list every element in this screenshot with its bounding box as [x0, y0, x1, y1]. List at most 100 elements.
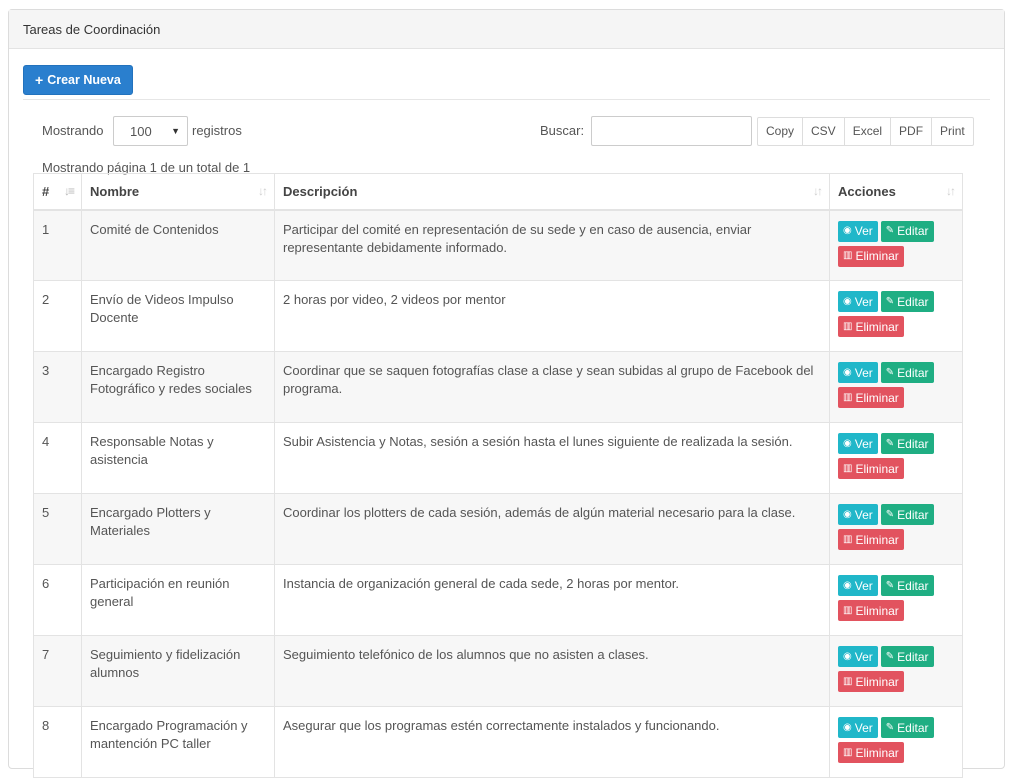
cell-id: 8: [33, 706, 82, 778]
cell-description: Subir Asistencia y Notas, sesión a sesió…: [274, 422, 830, 494]
plus-icon: +: [35, 72, 44, 88]
trash-icon: ▥: [843, 746, 853, 758]
view-label: Ver: [854, 507, 873, 522]
cell-id: 5: [33, 493, 82, 565]
column-header-actions[interactable]: Acciones ↓↑: [829, 173, 963, 211]
search-input[interactable]: [591, 116, 752, 146]
edit-icon: ✎: [885, 508, 895, 520]
cell-name: Encargado Programación y mantención PC t…: [81, 706, 275, 778]
cell-id: 7: [33, 635, 82, 707]
delete-label: Eliminar: [855, 319, 899, 334]
table-body: 1 Comité de Contenidos Participar del co…: [33, 209, 963, 778]
edit-label: Editar: [897, 507, 929, 522]
delete-label: Eliminar: [855, 532, 899, 547]
export-buttons: Copy CSV Excel PDF Print: [757, 117, 974, 146]
copy-button[interactable]: Copy: [757, 117, 804, 146]
cell-name: Encargado Registro Fotográfico y redes s…: [81, 351, 275, 423]
edit-button[interactable]: ✎ Editar: [880, 291, 934, 312]
edit-button[interactable]: ✎ Editar: [880, 646, 934, 667]
edit-button[interactable]: ✎ Editar: [880, 433, 934, 454]
cell-name: Envío de Videos Impulso Docente: [81, 280, 275, 352]
view-button[interactable]: ◉ Ver: [838, 291, 878, 312]
view-button[interactable]: ◉ Ver: [838, 717, 878, 738]
view-label: Ver: [854, 365, 873, 380]
table-row: 8 Encargado Programación y mantención PC…: [33, 706, 963, 778]
delete-button[interactable]: ▥ Eliminar: [838, 458, 904, 479]
print-button[interactable]: Print: [931, 117, 974, 146]
edit-label: Editar: [897, 365, 929, 380]
eye-icon: ◉: [843, 225, 852, 236]
edit-button[interactable]: ✎ Editar: [880, 362, 934, 383]
csv-button[interactable]: CSV: [802, 117, 845, 146]
view-button[interactable]: ◉ Ver: [838, 362, 878, 383]
view-label: Ver: [854, 649, 873, 664]
cell-id: 6: [33, 564, 82, 636]
create-new-label: Crear Nueva: [47, 73, 121, 87]
cell-id: 3: [33, 351, 82, 423]
create-new-button[interactable]: + Crear Nueva: [23, 65, 133, 95]
delete-button[interactable]: ▥ Eliminar: [838, 529, 904, 550]
column-header-label: #: [42, 184, 50, 199]
sort-icon: ↓↑: [813, 184, 823, 198]
eye-icon: ◉: [843, 579, 852, 591]
view-button[interactable]: ◉ Ver: [838, 220, 878, 242]
edit-label: Editar: [897, 224, 929, 238]
cell-description: Seguimiento telefónico de los alumnos qu…: [274, 635, 830, 707]
row-actions: ◉ Ver ✎ Editar ▥ Eliminar: [838, 504, 954, 550]
column-header-id[interactable]: # ↓≡: [33, 173, 82, 211]
delete-button[interactable]: ▥ Eliminar: [838, 316, 904, 337]
delete-label: Eliminar: [855, 390, 899, 405]
row-actions: ◉ Ver ✎ Editar ▥ Eliminar: [838, 646, 954, 692]
pdf-button[interactable]: PDF: [890, 117, 933, 146]
column-header-description[interactable]: Descripción ↓↑: [274, 173, 830, 211]
table-row: 3 Encargado Registro Fotográfico y redes…: [33, 351, 963, 423]
table-row: 2 Envío de Videos Impulso Docente 2 hora…: [33, 280, 963, 352]
delete-button[interactable]: ▥ Eliminar: [838, 600, 904, 621]
length-select[interactable]: 100 ▼: [113, 116, 188, 146]
panel-title: Tareas de Coordinación: [9, 10, 1004, 49]
edit-button[interactable]: ✎ Editar: [880, 220, 934, 242]
excel-button[interactable]: Excel: [843, 117, 892, 146]
cell-name: Seguimiento y fidelización alumnos: [81, 635, 275, 707]
trash-icon: ▥: [843, 391, 853, 403]
delete-label: Eliminar: [855, 461, 899, 476]
view-label: Ver: [854, 294, 873, 309]
cell-description: Asegurar que los programas estén correct…: [274, 706, 830, 778]
column-header-label: Nombre: [90, 184, 140, 199]
length-suffix: registros: [192, 123, 242, 138]
row-actions: ◉ Ver ✎ Editar ▥ Eliminar: [838, 717, 954, 763]
cell-id: 2: [33, 280, 82, 352]
row-actions: ◉ Ver ✎ Editar ▥ Eliminar: [838, 433, 954, 479]
view-label: Ver: [854, 436, 873, 451]
chevron-down-icon: ▼: [171, 126, 180, 136]
view-button[interactable]: ◉ Ver: [838, 504, 878, 525]
tasks-table: # ↓≡ Nombre ↓↑ Descripción ↓↑ Acciones ↓…: [33, 173, 963, 778]
cell-actions: ◉ Ver ✎ Editar ▥ Eliminar: [829, 422, 963, 494]
row-actions: ◉ Ver ✎ Editar ▥ Eliminar: [838, 291, 954, 337]
cell-actions: ◉ Ver ✎ Editar ▥ Eliminar: [829, 493, 963, 565]
edit-button[interactable]: ✎ Editar: [880, 717, 934, 738]
view-button[interactable]: ◉ Ver: [838, 433, 878, 454]
view-button[interactable]: ◉ Ver: [838, 575, 878, 596]
table-row: 5 Encargado Plotters y Materiales Coordi…: [33, 493, 963, 565]
edit-label: Editar: [897, 436, 929, 451]
cell-actions: ◉ Ver ✎ Editar ▥ Eliminar: [829, 351, 963, 423]
edit-button[interactable]: ✎ Editar: [880, 504, 934, 525]
view-button[interactable]: ◉ Ver: [838, 646, 878, 667]
cell-actions: ◉ Ver ✎ Editar ▥ Eliminar: [829, 280, 963, 352]
cell-description: Coordinar que se saquen fotografías clas…: [274, 351, 830, 423]
delete-button[interactable]: ▥ Eliminar: [838, 387, 904, 408]
delete-button[interactable]: ▥ Eliminar: [838, 671, 904, 692]
edit-icon: ✎: [885, 295, 895, 307]
cell-name: Encargado Plotters y Materiales: [81, 493, 275, 565]
edit-button[interactable]: ✎ Editar: [880, 575, 934, 596]
table-row: 4 Responsable Notas y asistencia Subir A…: [33, 422, 963, 494]
view-label: Ver: [854, 578, 873, 593]
delete-button[interactable]: ▥ Eliminar: [838, 742, 904, 763]
edit-label: Editar: [897, 720, 929, 735]
cell-actions: ◉ Ver ✎ Editar ▥ Eliminar: [829, 635, 963, 707]
delete-button[interactable]: ▥ Eliminar: [838, 245, 904, 267]
column-header-name[interactable]: Nombre ↓↑: [81, 173, 275, 211]
cell-name: Comité de Contenidos: [81, 209, 275, 281]
length-value: 100: [130, 124, 152, 139]
